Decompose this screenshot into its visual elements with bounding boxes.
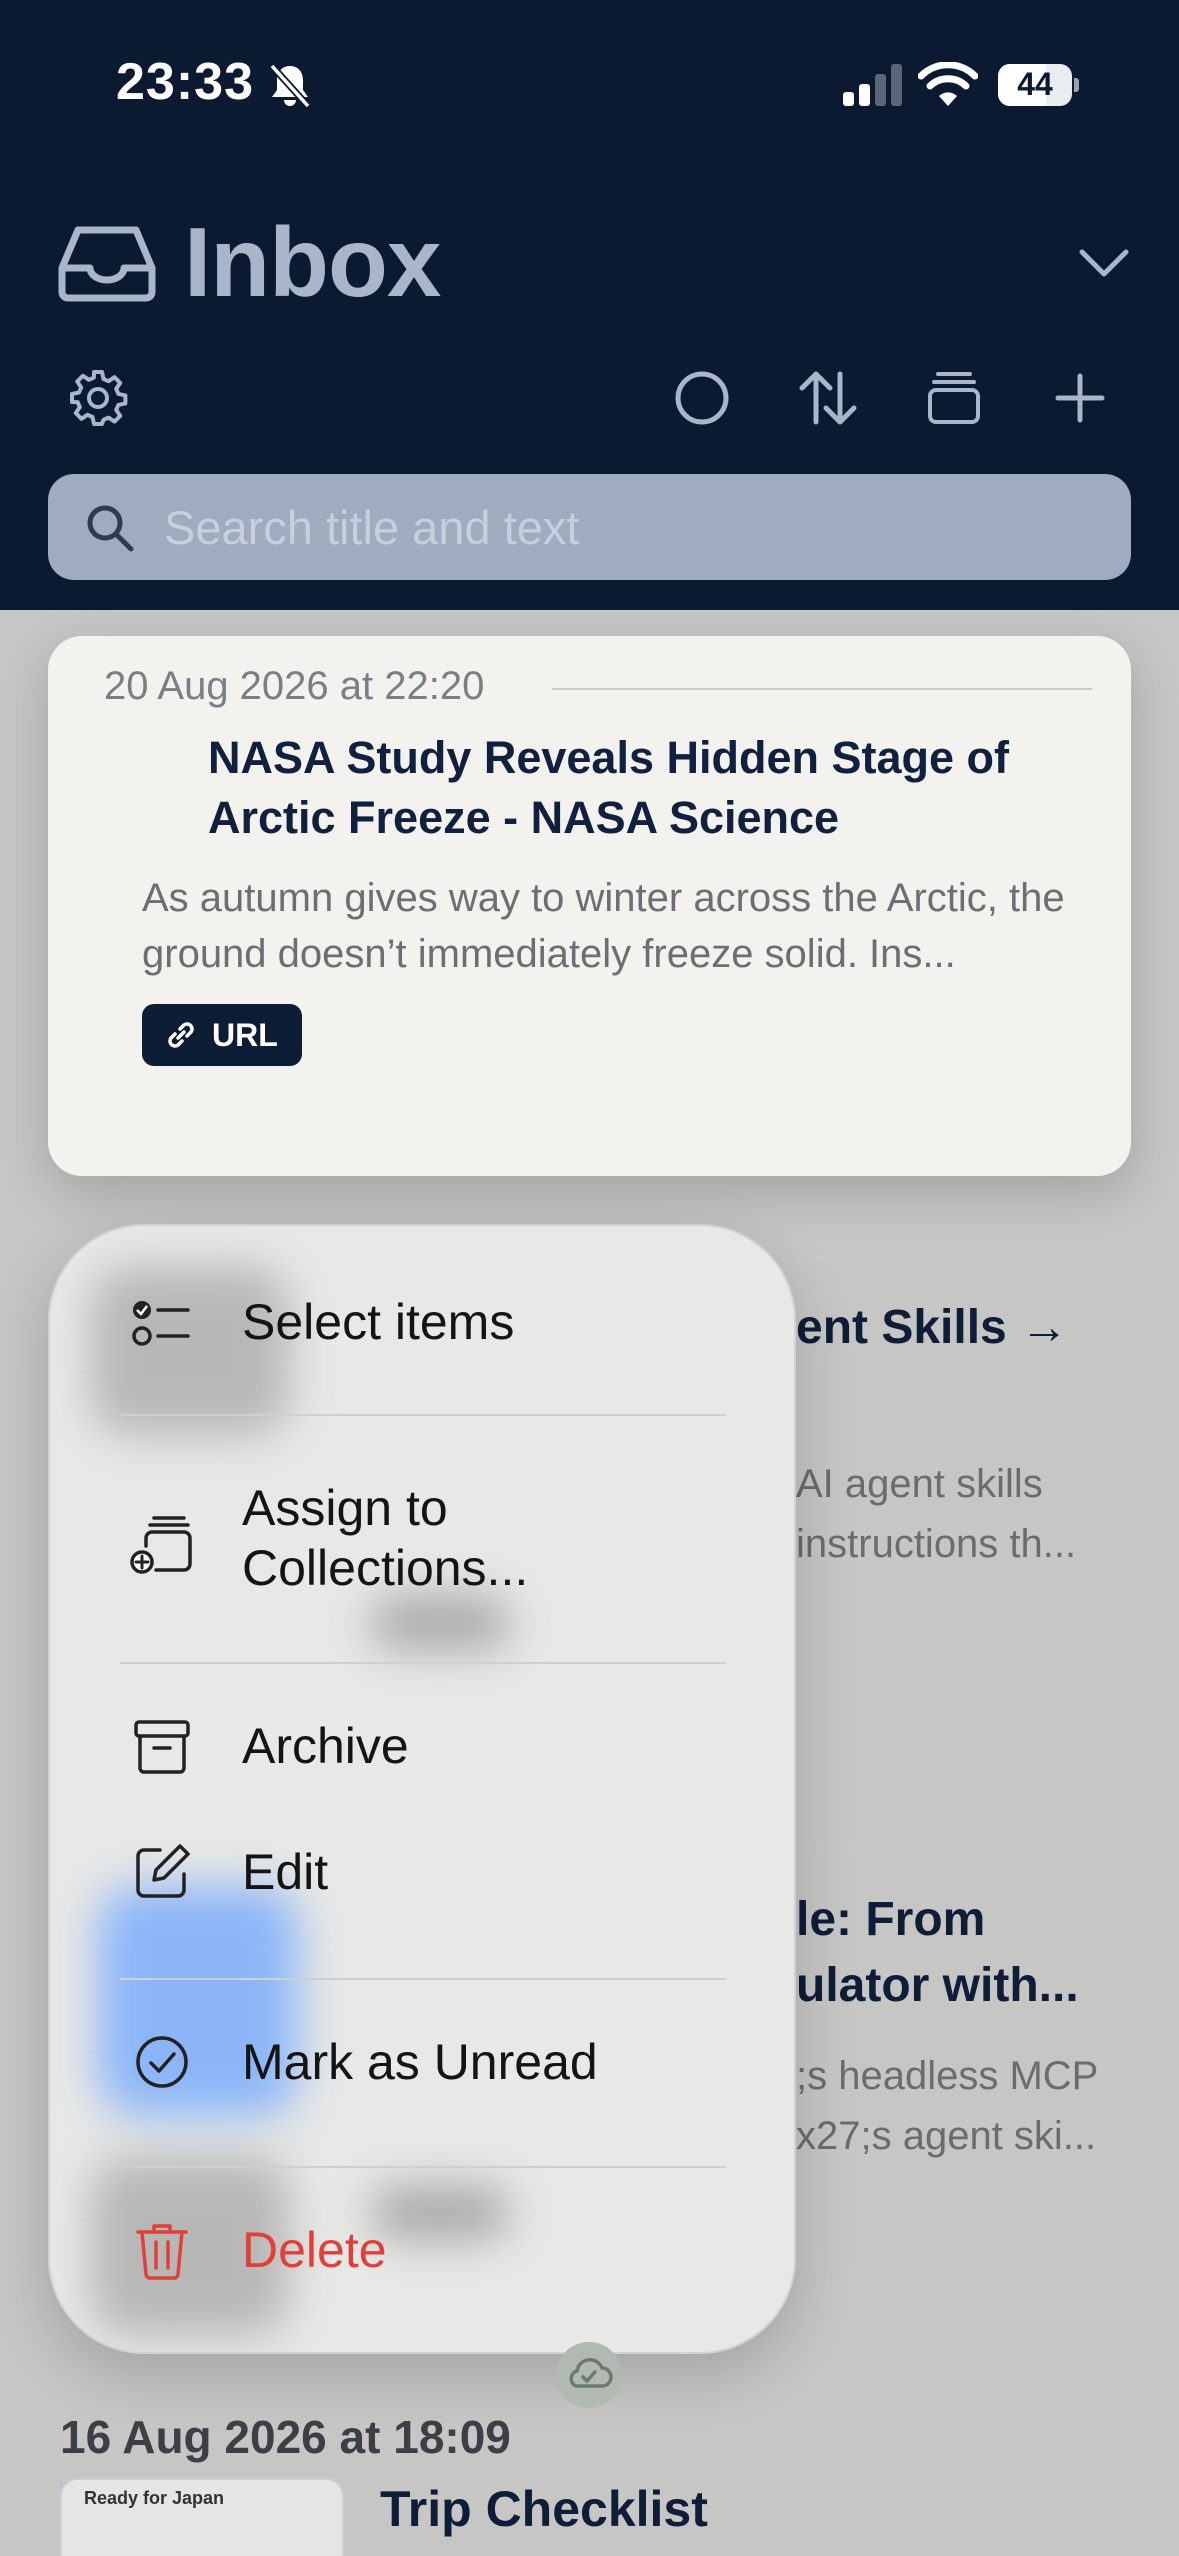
search-input[interactable] xyxy=(164,474,1104,580)
collections-icon[interactable] xyxy=(922,366,986,430)
card-date: 20 Aug 2026 at 22:20 xyxy=(104,664,485,708)
menu-item-assign-collections[interactable]: Assign to Collections... xyxy=(50,1426,794,1666)
menu-item-label: Mark as Unread xyxy=(242,2034,598,2090)
checkmark-circle-icon xyxy=(136,2036,188,2088)
card-title: NASA Study Reveals Hidden Stage of Arcti… xyxy=(208,732,1009,843)
card-date: 16 Aug 2026 at 18:09 xyxy=(60,2411,511,2463)
edit-icon xyxy=(136,1844,190,1898)
menu-item-label: Archive xyxy=(242,1718,409,1774)
wifi-icon xyxy=(918,62,978,106)
select-list-icon xyxy=(132,1301,190,1346)
card-excerpt-fragment: x27;s agent ski... xyxy=(796,2114,1097,2158)
date-divider xyxy=(568,2437,1136,2439)
trash-icon xyxy=(136,2224,188,2280)
signal-icon xyxy=(843,64,902,106)
status-time: 23:33 xyxy=(116,53,254,111)
menu-item-delete[interactable]: Delete xyxy=(50,2190,794,2310)
card-thumbnail: Ready for Japan xyxy=(60,2478,344,2556)
menu-item-label: Assign to xyxy=(242,1480,448,1536)
menu-item-archive[interactable]: Archive xyxy=(50,1686,794,1806)
date-divider xyxy=(552,688,1092,690)
date-divider xyxy=(796,1257,1136,1259)
circle-icon[interactable] xyxy=(670,366,734,430)
sync-badge xyxy=(556,2342,622,2408)
menu-divider xyxy=(120,2166,726,2168)
link-icon xyxy=(168,1022,194,1048)
thumbnail-text: Ready for Japan xyxy=(84,2488,225,2508)
cloud-check-icon xyxy=(569,2358,613,2388)
date-divider xyxy=(796,1847,1136,1849)
card-title-fragment: le: From xyxy=(796,1893,986,1946)
note-card[interactable]: 20 Aug 2026 at 22:20 NASA Study Reveals … xyxy=(48,636,1131,1176)
bell-slash-icon xyxy=(269,63,311,109)
card-excerpt-fragment: ;s headless MCP xyxy=(796,2054,1099,2098)
search-icon xyxy=(87,505,134,552)
menu-item-label: Edit xyxy=(242,1844,329,1900)
menu-item-label: Delete xyxy=(242,2222,387,2278)
url-badge-label: URL xyxy=(212,1016,278,1053)
menu-item-label: Collections... xyxy=(242,1540,529,1596)
card-excerpt-fragment: instructions th... xyxy=(796,1522,1077,1566)
page-title: Inbox xyxy=(184,207,441,317)
menu-divider xyxy=(120,1662,726,1664)
context-menu: Select items Assign to Collections... Ar… xyxy=(48,1224,796,2354)
chevron-down-icon[interactable] xyxy=(1076,240,1132,284)
card-excerpt-fragment: AI agent skills xyxy=(796,1462,1043,1506)
menu-item-select-items[interactable]: Select items xyxy=(50,1262,794,1386)
menu-item-label: Select items xyxy=(242,1294,515,1350)
battery-level: 44 xyxy=(1017,66,1053,102)
sort-arrows-icon[interactable] xyxy=(796,366,860,430)
battery-icon: 44 xyxy=(998,64,1080,106)
menu-item-edit[interactable]: Edit xyxy=(50,1812,794,1932)
plus-icon[interactable] xyxy=(1048,366,1112,430)
card-excerpt: As autumn gives way to winter across the… xyxy=(142,876,1065,976)
menu-item-mark-unread[interactable]: Mark as Unread xyxy=(50,2002,794,2122)
gear-icon[interactable] xyxy=(66,366,130,430)
url-badge: URL xyxy=(142,1004,302,1066)
card-title[interactable]: Trip Checklist xyxy=(380,2480,708,2538)
assign-collections-icon xyxy=(130,1516,192,1574)
card-title-fragment: ulator with... xyxy=(796,1959,1079,2012)
menu-divider xyxy=(120,1414,726,1416)
archive-icon xyxy=(134,1720,190,1774)
inbox-tray-icon xyxy=(58,226,156,302)
menu-divider xyxy=(120,1978,726,1980)
card-title-fragment: ent Skills → xyxy=(796,1301,1069,1354)
search-bar[interactable] xyxy=(48,474,1131,580)
